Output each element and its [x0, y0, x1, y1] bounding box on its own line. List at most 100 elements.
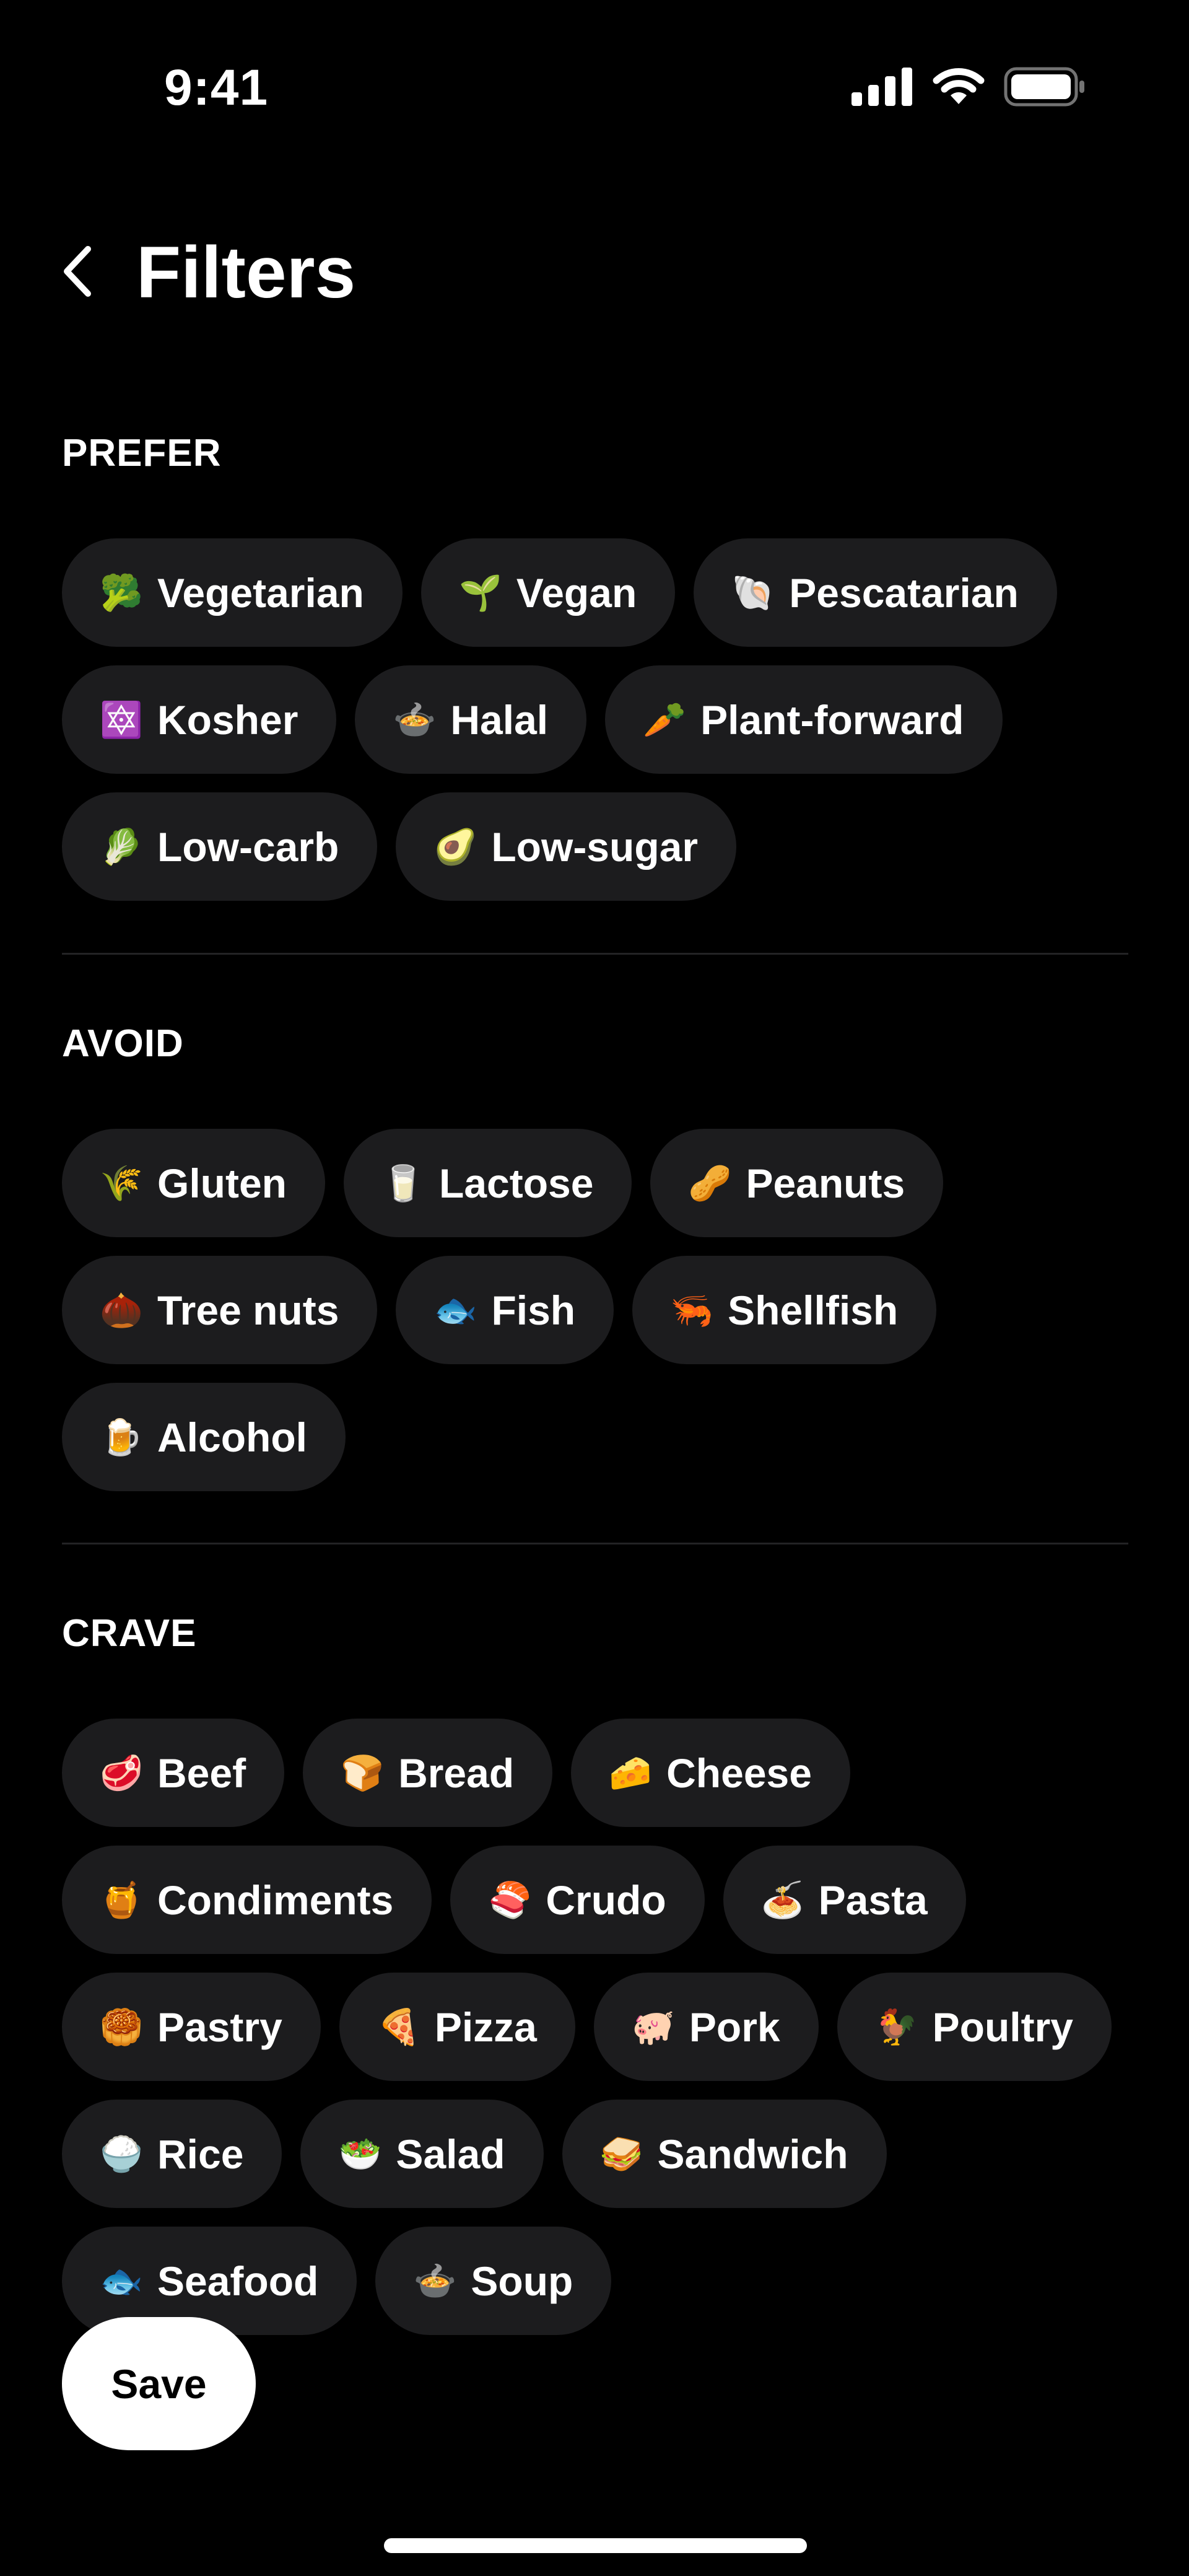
section-avoid: AVOID 🌾 Gluten 🥛 Lactose 🥜 Peanuts 🌰 Tree nu…	[62, 1019, 1128, 1491]
soup-icon: 🍲	[413, 2261, 457, 2300]
carrot-icon: 🥕	[643, 699, 686, 739]
chip-vegan[interactable]: 🌱 Vegan	[420, 538, 676, 647]
salad-icon: 🥗	[338, 2134, 382, 2173]
chip-alcohol[interactable]: 🍺 Alcohol	[62, 1383, 346, 1491]
section-title: CRAVE	[62, 1612, 197, 1655]
steak-icon: 🥩	[100, 1753, 143, 1792]
section-title: AVOID	[62, 1022, 184, 1065]
chip-label: Alcohol	[157, 1414, 307, 1460]
sushi-icon: 🍣	[488, 1880, 532, 1919]
chestnut-icon: 🌰	[100, 1290, 143, 1330]
section-prefer: PREFER 🥦 Vegetarian 🌱 Vegan 🐚 Pescatarian 🔯…	[62, 429, 1128, 901]
back-button[interactable]	[62, 235, 105, 310]
chip-pasta[interactable]: 🍝 Pasta	[723, 1846, 966, 1954]
wifi-icon	[932, 67, 985, 110]
peanut-icon: 🥜	[688, 1163, 732, 1203]
chip-peanuts[interactable]: 🥜 Peanuts	[650, 1129, 944, 1237]
chip-label: Salad	[396, 2131, 505, 2177]
chip-label: Tree nuts	[157, 1287, 339, 1333]
chip-label: Pastry	[157, 2004, 282, 2050]
chip-salad[interactable]: 🥗 Salad	[300, 2100, 544, 2208]
section-crave: CRAVE 🥩 Beef 🍞 Bread 🧀 Cheese 🍯 Condiments 🍣…	[62, 1609, 1128, 2335]
chip-label: Fish	[491, 1287, 576, 1333]
chip-sandwich[interactable]: 🥪 Sandwich	[562, 2100, 887, 2208]
milk-glass-icon: 🥛	[381, 1163, 425, 1203]
chip-bread[interactable]: 🍞 Bread	[303, 1719, 553, 1827]
battery-icon	[1004, 67, 1086, 110]
chip-label: Peanuts	[746, 1160, 905, 1206]
chip-label: Kosher	[157, 696, 298, 743]
header: Filters	[62, 229, 355, 316]
leafy-green-icon: 🥬	[100, 826, 143, 866]
chip-rice[interactable]: 🍚 Rice	[62, 2100, 282, 2208]
rice-bowl-icon: 🍚	[100, 2134, 143, 2173]
chip-pastry[interactable]: 🥮 Pastry	[62, 1973, 321, 2081]
avocado-icon: 🥑	[433, 826, 477, 866]
save-button[interactable]: Save	[62, 2317, 256, 2450]
chip-label: Vegetarian	[157, 569, 364, 616]
chip-condiments[interactable]: 🍯 Condiments	[62, 1846, 432, 1954]
chip-kosher[interactable]: 🔯 Kosher	[62, 665, 337, 774]
chip-vegetarian[interactable]: 🥦 Vegetarian	[62, 538, 403, 647]
chip-group-prefer: 🥦 Vegetarian 🌱 Vegan 🐚 Pescatarian 🔯 Kosher …	[62, 538, 1128, 901]
status-bar: 9:41	[0, 0, 1189, 180]
chip-label: Sandwich	[657, 2131, 848, 2177]
chip-label: Pizza	[434, 2004, 537, 2050]
star-of-david-icon: 🔯	[100, 699, 143, 739]
sandwich-icon: 🥪	[599, 2134, 643, 2173]
fish-icon: 🐟	[433, 1290, 477, 1330]
fish-icon: 🐟	[100, 2261, 143, 2300]
stew-icon: 🍲	[393, 699, 437, 739]
section-title: PREFER	[62, 432, 222, 475]
chip-label: Low-carb	[157, 823, 339, 870]
chip-label: Rice	[157, 2131, 244, 2177]
shell-icon: 🐚	[731, 572, 775, 612]
beer-mug-icon: 🍺	[100, 1417, 143, 1457]
mooncake-icon: 🥮	[100, 2007, 143, 2046]
chip-label: Low-sugar	[491, 823, 699, 870]
chip-cheese[interactable]: 🧀 Cheese	[571, 1719, 850, 1827]
bread-icon: 🍞	[341, 1753, 384, 1792]
chip-label: Vegan	[516, 569, 637, 616]
chip-low-sugar[interactable]: 🥑 Low-sugar	[396, 792, 737, 901]
chip-label: Condiments	[157, 1877, 394, 1923]
chip-label: Poultry	[932, 2004, 1073, 2050]
chip-label: Gluten	[157, 1160, 287, 1206]
chip-label: Plant-forward	[700, 696, 964, 743]
chip-beef[interactable]: 🥩 Beef	[62, 1719, 285, 1827]
spaghetti-icon: 🍝	[760, 1880, 804, 1919]
cheese-icon: 🧀	[609, 1753, 652, 1792]
chevron-left-icon	[62, 245, 93, 300]
chip-crudo[interactable]: 🍣 Crudo	[450, 1846, 705, 1954]
section-divider	[62, 1543, 1128, 1544]
chip-label: Shellfish	[728, 1287, 899, 1333]
seedling-icon: 🌱	[458, 572, 502, 612]
chip-lactose[interactable]: 🥛 Lactose	[344, 1129, 632, 1237]
chip-label: Soup	[471, 2258, 573, 2304]
chip-seafood[interactable]: 🐟 Seafood	[62, 2227, 357, 2335]
chip-low-carb[interactable]: 🥬 Low-carb	[62, 792, 378, 901]
chip-poultry[interactable]: 🐓 Poultry	[837, 1973, 1112, 2081]
chip-pizza[interactable]: 🍕 Pizza	[339, 1973, 575, 2081]
chip-plant-forward[interactable]: 🥕 Plant-forward	[605, 665, 1003, 774]
shrimp-icon: 🦐	[670, 1290, 713, 1330]
chip-fish[interactable]: 🐟 Fish	[396, 1256, 614, 1364]
home-indicator[interactable]	[384, 2538, 807, 2553]
chip-label: Seafood	[157, 2258, 319, 2304]
chip-halal[interactable]: 🍲 Halal	[355, 665, 587, 774]
chip-label: Pescatarian	[789, 569, 1019, 616]
cellular-signal-icon	[851, 68, 913, 109]
chip-soup[interactable]: 🍲 Soup	[375, 2227, 612, 2335]
chip-label: Lactose	[439, 1160, 594, 1206]
rooster-icon: 🐓	[874, 2007, 918, 2046]
chip-group-avoid: 🌾 Gluten 🥛 Lactose 🥜 Peanuts 🌰 Tree nuts 🐟 Fi…	[62, 1129, 1128, 1491]
chip-gluten[interactable]: 🌾 Gluten	[62, 1129, 325, 1237]
pig-icon: 🐖	[632, 2007, 675, 2046]
chip-pescatarian[interactable]: 🐚 Pescatarian	[694, 538, 1057, 647]
chip-tree-nuts[interactable]: 🌰 Tree nuts	[62, 1256, 378, 1364]
wheat-icon: 🌾	[100, 1163, 143, 1203]
chip-pork[interactable]: 🐖 Pork	[593, 1973, 819, 2081]
chip-label: Bread	[398, 1750, 515, 1796]
chip-label: Crudo	[546, 1877, 666, 1923]
chip-shellfish[interactable]: 🦐 Shellfish	[632, 1256, 937, 1364]
